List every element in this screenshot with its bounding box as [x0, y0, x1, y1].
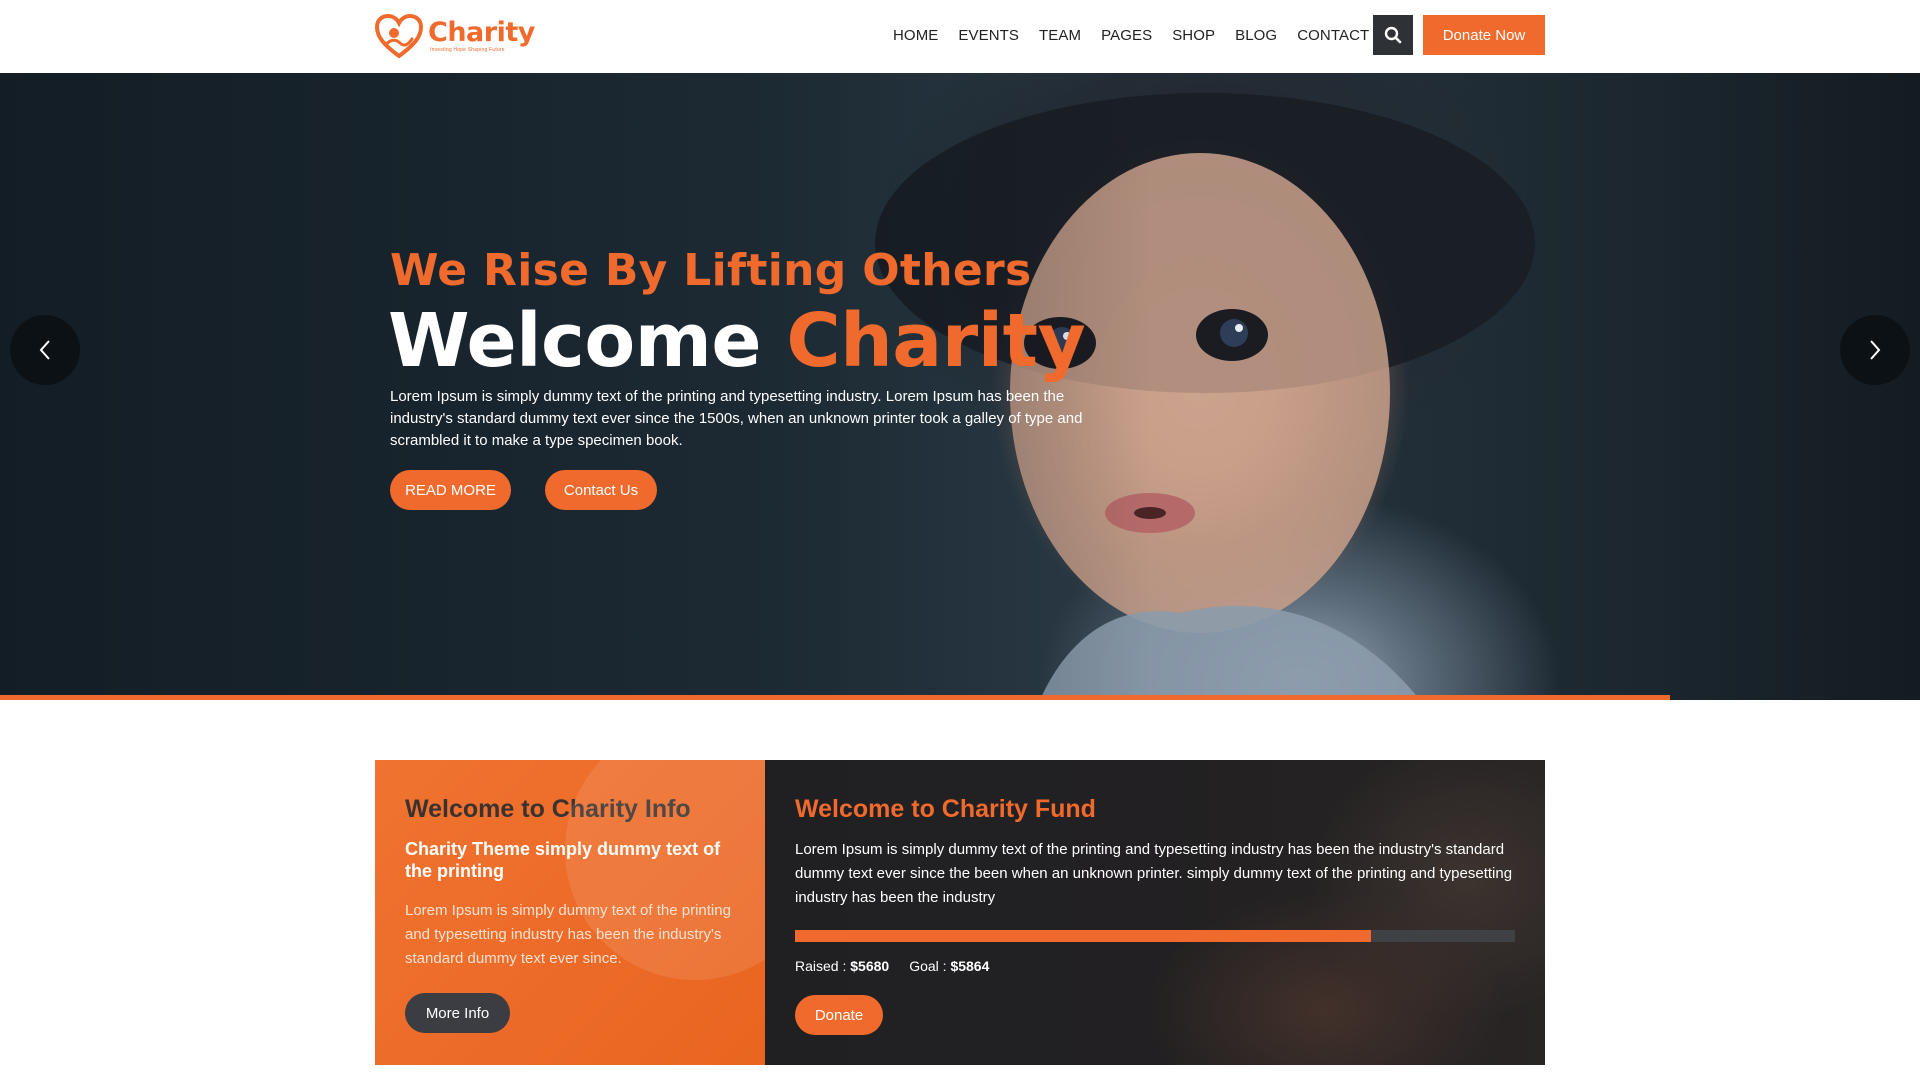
raised-stat: Raised : $5680	[795, 958, 889, 974]
nav-item-shop[interactable]: SHOP	[1172, 25, 1215, 47]
fund-stats: Raised : $5680 Goal : $5864	[795, 958, 989, 974]
chevron-right-icon	[1870, 340, 1881, 360]
logo[interactable]: Charity Investing Hope Shaping Future	[374, 13, 535, 59]
slider-next-button[interactable]	[1840, 315, 1910, 385]
site-header: Charity Investing Hope Shaping Future HO…	[0, 0, 1920, 73]
logo-tagline: Investing Hope Shaping Future	[430, 46, 505, 53]
goal-stat: Goal : $5864	[909, 958, 989, 974]
charity-info-description: Lorem Ipsum is simply dummy text of the …	[405, 902, 731, 967]
search-button[interactable]	[1373, 15, 1413, 55]
fund-progress-bar	[795, 930, 1515, 942]
search-icon	[1384, 26, 1402, 44]
hero-title: Welcome Charity	[388, 298, 1086, 384]
main-nav: HOME EVENTS TEAM PAGES SHOP BLOG CONTACT…	[893, 25, 1394, 47]
logo-title: Charity	[428, 16, 535, 48]
slide-progress-bar	[0, 695, 1671, 700]
goal-label: Goal :	[909, 958, 947, 974]
heart-logo-icon	[374, 13, 424, 59]
charity-fund-title: Welcome to Charity Fund	[795, 795, 1096, 823]
hero-description: Lorem Ipsum is simply dummy text of the …	[390, 388, 1083, 449]
raised-label: Raised :	[795, 958, 847, 974]
contact-us-button[interactable]: Contact Us	[545, 470, 657, 510]
hero-tagline: We Rise By Lifting Others	[390, 245, 1032, 296]
nav-item-pages[interactable]: PAGES	[1101, 25, 1152, 47]
goal-value: $5864	[950, 958, 990, 974]
fund-progress-fill	[795, 930, 1371, 942]
donate-now-button[interactable]: Donate Now	[1423, 15, 1545, 55]
hero-title-white: Welcome	[388, 298, 762, 384]
nav-item-blog[interactable]: BLOG	[1235, 25, 1277, 47]
charity-info-title: Welcome to Charity Info	[405, 795, 691, 823]
hero-title-orange: Charity	[786, 298, 1086, 384]
charity-info-panel: Welcome to Charity Info Charity Theme si…	[375, 760, 765, 1065]
charity-info-subtitle: Charity Theme simply dummy text of the p…	[405, 839, 721, 881]
nav-item-events[interactable]: EVENTS	[958, 25, 1019, 47]
read-more-button[interactable]: READ MORE	[390, 470, 511, 510]
donate-button[interactable]: Donate	[795, 995, 883, 1035]
charity-fund-panel: Welcome to Charity Fund Lorem Ipsum is s…	[765, 760, 1545, 1065]
more-info-button[interactable]: More Info	[405, 993, 510, 1033]
nav-item-home[interactable]: HOME	[893, 25, 938, 47]
nav-item-team[interactable]: TEAM	[1039, 25, 1081, 47]
raised-value: $5680	[850, 958, 890, 974]
slider-prev-button[interactable]	[10, 315, 80, 385]
charity-fund-description: Lorem Ipsum is simply dummy text of the …	[795, 841, 1513, 906]
hero-slider: We Rise By Lifting Others Welcome Charit…	[0, 73, 1920, 700]
chevron-left-icon	[39, 340, 50, 360]
